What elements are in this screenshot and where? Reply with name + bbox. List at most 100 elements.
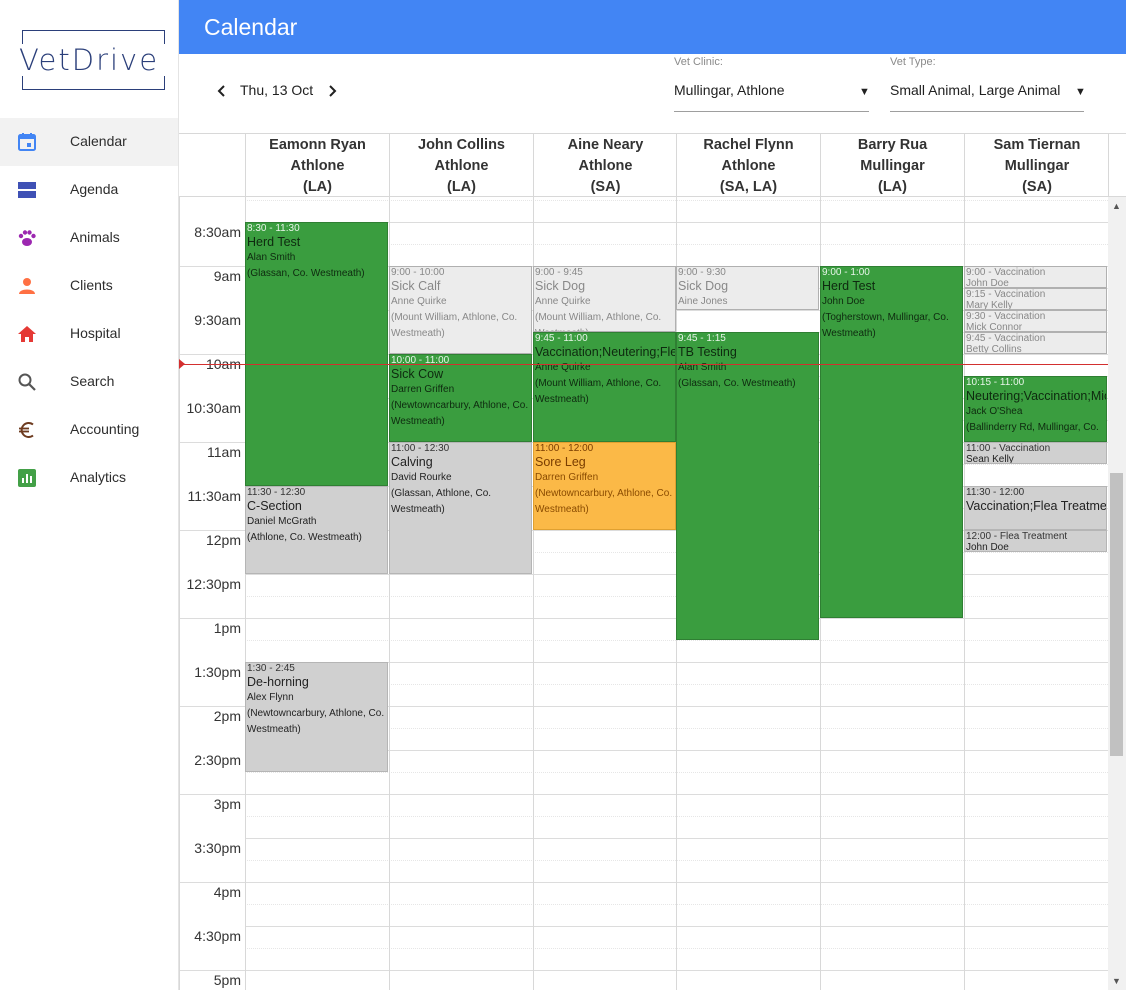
appointment[interactable]: 9:00 - Vaccination John Doe <box>964 266 1107 288</box>
paw-icon <box>17 228 37 248</box>
time-label: 9am <box>213 268 241 284</box>
search-icon <box>17 372 37 392</box>
appointment-client: Anne Quirke <box>391 296 447 307</box>
vet-type: (SA) <box>590 179 621 195</box>
appointment-time: 11:00 - Vaccination <box>966 443 1051 454</box>
appointment[interactable]: 11:00 - Vaccination Sean Kelly <box>964 442 1107 464</box>
appointment-time: 9:30 - Vaccination <box>966 311 1046 322</box>
nav-item-search[interactable]: Search <box>0 358 178 406</box>
appointment-address: (Mount William, Athlone, Co. Westmeath) <box>535 378 662 405</box>
appointment-client: David Rourke <box>391 472 452 483</box>
appointment-address: (Glassan, Athlone, Co. Westmeath) <box>391 488 492 515</box>
nav-item-accounting[interactable]: Accounting <box>0 406 178 454</box>
nav-item-agenda[interactable]: Agenda <box>0 166 178 214</box>
appointment-address: (Mount William, Athlone, Co. Westmeath) <box>535 312 662 331</box>
vet-type: (LA) <box>303 179 332 195</box>
appointment[interactable]: 9:00 - 10:00 Sick Calf Anne Quirke (Mount W… <box>389 266 532 354</box>
vet-name: Barry Rua <box>857 137 928 153</box>
appointment-client: Alan Smith <box>678 362 727 373</box>
appointment-client: Aine Jones <box>678 296 728 307</box>
appointment[interactable]: 12:00 - Flea Treatment John Doe <box>964 530 1107 552</box>
vet-clinic: Athlone <box>290 158 345 174</box>
appointment[interactable]: 9:45 - 1:15 TB Testing Alan Smith (Glassan,… <box>676 332 819 640</box>
appointment[interactable]: 9:30 - Vaccination Mick Connor <box>964 310 1107 332</box>
dropdown-arrow-icon: ▼ <box>1075 86 1086 98</box>
vet-name: John Collins <box>418 137 505 153</box>
appointment-time: 10:15 - 11:00 <box>966 377 1025 388</box>
appointment[interactable]: 9:00 - 1:00 Herd Test John Doe (Togherstown… <box>820 266 963 618</box>
scrollbar-thumb[interactable] <box>1110 473 1123 756</box>
appointment[interactable]: 9:45 - 11:00Vaccination;Neutering;Flea T… <box>533 332 676 442</box>
prev-day-button[interactable] <box>212 80 232 102</box>
appointment-client: John Doe <box>822 296 865 307</box>
appointment-title: Mick Connor <box>966 322 1023 332</box>
appointment[interactable]: 11:00 - 12:30 Calving David Rourke (Glassan… <box>389 442 532 574</box>
time-label: 12:30pm <box>186 576 241 592</box>
appointment-client: Darren Griffen <box>391 384 455 395</box>
appointment[interactable]: 10:00 - 11:00 Sick Cow Darren Griffen (Newt… <box>389 354 532 442</box>
nav-item-hospital[interactable]: Hospital <box>0 310 178 358</box>
time-label: 1pm <box>213 620 241 636</box>
nav-item-clients[interactable]: Clients <box>0 262 178 310</box>
appointment-title: John Doe <box>966 542 1009 552</box>
appointment[interactable]: 10:15 - 11:00 Neutering;Vaccination;Micro… <box>964 376 1107 442</box>
appointment-title: Herd Test <box>822 279 876 293</box>
grid-line <box>179 618 1108 619</box>
appointment-time: 9:00 - 10:00 <box>391 267 445 278</box>
appointment-time: 1:30 - 2:45 <box>247 663 295 674</box>
time-label: 11am <box>207 444 241 460</box>
current-time-line <box>179 364 1108 365</box>
clinic-select-label: Vet Clinic: <box>674 56 723 68</box>
time-label: 8:30am <box>194 224 241 240</box>
appointment[interactable]: 9:45 - Vaccination Betty Collins <box>964 332 1107 354</box>
vet-type-select-value: Small Animal, Large Animal <box>890 82 1061 98</box>
appointment-address: (Newtowncarbury, Athlone, Co. Westmeath) <box>535 488 673 515</box>
vet-name: Eamonn Ryan <box>269 137 366 153</box>
appointment[interactable]: 8:30 - 11:30 Herd Test Alan Smith (Glassan,… <box>245 222 388 486</box>
next-day-button[interactable] <box>322 80 342 102</box>
appointment-time: 9:00 - 9:30 <box>678 267 726 278</box>
appointment-address: (Newtowncarbury, Athlone, Co. Westmeath) <box>391 400 529 427</box>
appointment-title: Sick Calf <box>391 279 441 293</box>
appointment[interactable]: 9:00 - 9:30 Sick Dog Aine Jones <box>676 266 819 310</box>
vet-name: Aine Neary <box>567 137 644 153</box>
grid-line <box>179 794 1108 795</box>
scroll-down-arrow-icon[interactable]: ▼ <box>1112 976 1121 986</box>
appointment-title: Sick Dog <box>678 279 729 293</box>
appointment[interactable]: 9:15 - Vaccination Mary Kelly <box>964 288 1107 310</box>
nav-item-analytics[interactable]: Analytics <box>0 454 178 502</box>
type-select-label: Vet Type: <box>890 56 936 68</box>
appointment[interactable]: 9:00 - 9:45 Sick Dog Anne Quirke (Mount Wil… <box>533 266 676 332</box>
appointment-title: Sick Cow <box>391 367 444 381</box>
agenda-icon <box>17 180 37 200</box>
time-label: 5pm <box>213 972 241 988</box>
time-label: 3:30pm <box>194 840 241 856</box>
appointment[interactable]: 11:00 - 12:00 Sore Leg Darren Griffen (Newt… <box>533 442 676 530</box>
euro-icon <box>17 420 37 440</box>
appointment-time: 9:45 - 11:00 <box>535 333 588 344</box>
appointment-title: C-Section <box>247 499 302 513</box>
nav-item-label: Calendar <box>70 133 127 149</box>
nav-item-label: Hospital <box>70 325 121 341</box>
nav-item-calendar[interactable]: Calendar <box>0 118 178 166</box>
appointment-time: 8:30 - 11:30 <box>247 223 300 234</box>
sidebar: VetDrive Calendar Agenda Animals Clients Hos… <box>0 0 179 990</box>
appointment[interactable]: 11:30 - 12:30 C-Section Daniel McGrath (Ath… <box>245 486 388 574</box>
appointment[interactable]: 11:30 - 12:00 Vaccination;Flea Treatment <box>964 486 1107 530</box>
scroll-up-arrow-icon[interactable]: ▲ <box>1112 201 1121 211</box>
appointment-time: 11:00 - 12:00 <box>535 443 594 454</box>
appointment-title: De-horning <box>247 675 309 689</box>
appointment-address: (Newtowncarbury, Athlone, Co. Westmeath) <box>247 708 385 735</box>
appointment[interactable]: 1:30 - 2:45 De-horning Alex Flynn (Newtownc… <box>245 662 388 772</box>
time-label: 1:30pm <box>194 664 241 680</box>
nav-item-animals[interactable]: Animals <box>0 214 178 262</box>
appointment-address: (Glassan, Co. Westmeath) <box>247 268 365 279</box>
vet-name: Sam Tiernan <box>993 137 1081 153</box>
appointment-title: Vaccination;Neutering;Flea Treatment <box>535 345 676 359</box>
vet-type-select[interactable]: Small Animal, Large Animal ▼ <box>890 72 1086 112</box>
scrollbar[interactable]: ▲ ▼ <box>1108 197 1126 990</box>
clinic-select[interactable]: Mullingar, Athlone ▼ <box>674 72 870 112</box>
appointment-client: Anne Quirke <box>535 296 591 307</box>
logo[interactable]: VetDrive <box>6 30 172 92</box>
vet-clinic: Athlone <box>721 158 776 174</box>
